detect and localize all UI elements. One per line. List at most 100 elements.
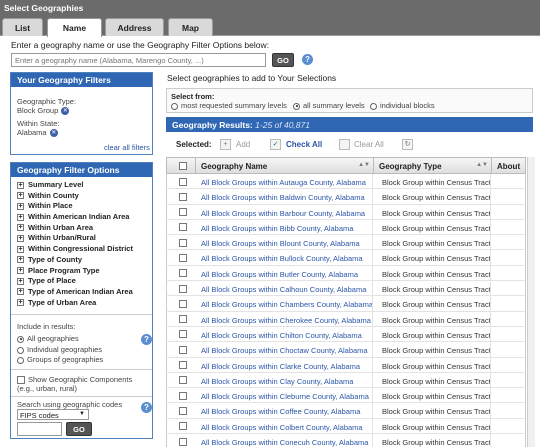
row-checkbox[interactable] — [179, 376, 187, 385]
search-go-button[interactable]: GO — [272, 53, 294, 67]
geography-name-link[interactable]: All Block Groups within Autauga County, … — [201, 178, 366, 187]
check-all-icon[interactable]: ✓ — [270, 139, 281, 150]
search-help-icon[interactable]: ? — [302, 54, 313, 65]
row-checkbox[interactable] — [179, 269, 187, 278]
geography-name-link[interactable]: All Block Groups within Cleburne County,… — [201, 392, 369, 401]
table-row[interactable]: All Block Groups within Bibb County, Ala… — [166, 219, 526, 236]
individual-blocks-option[interactable]: individual blocks — [370, 101, 435, 110]
tab-name[interactable]: Name — [47, 18, 102, 37]
include-groups-option[interactable]: Groups of geographies — [17, 355, 103, 364]
table-row[interactable]: All Block Groups within Clarke County, A… — [166, 357, 526, 373]
geography-name-link[interactable]: All Block Groups within Choctaw County, … — [201, 346, 368, 355]
filter-item[interactable]: + Type of American Indian Area — [17, 287, 133, 298]
include-individual-option[interactable]: Individual geographies — [17, 345, 102, 354]
table-row[interactable]: All Block Groups within Calhoun County, … — [166, 281, 526, 297]
table-row[interactable]: All Block Groups within Cleburne County,… — [166, 388, 526, 404]
clear-all-button[interactable]: Clear All — [354, 140, 384, 149]
results-scrollbar[interactable] — [527, 157, 535, 447]
codes-input[interactable] — [17, 422, 62, 436]
filter-item[interactable]: + Within Place — [17, 201, 133, 212]
row-checkbox[interactable] — [179, 315, 187, 324]
table-row[interactable]: All Block Groups within Chilton County, … — [166, 326, 526, 343]
table-row[interactable]: All Block Groups within Barbour County, … — [166, 204, 526, 220]
geography-name-link[interactable]: All Block Groups within Bullock County, … — [201, 254, 363, 263]
table-row[interactable]: All Block Groups within Bullock County, … — [166, 250, 526, 266]
geography-name-link[interactable]: All Block Groups within Barbour County, … — [201, 209, 365, 218]
table-row[interactable]: All Block Groups within Butler County, A… — [166, 265, 526, 282]
most-requested-option[interactable]: most requested summary levels — [171, 101, 287, 110]
geography-name-link[interactable]: All Block Groups within Cherokee County,… — [201, 316, 371, 325]
geography-name-link[interactable]: All Block Groups within Butler County, A… — [201, 270, 358, 279]
filter-item[interactable]: + Within Urban/Rural — [17, 233, 133, 244]
codes-go-button[interactable]: GO — [66, 422, 92, 436]
clear-all-filters-link[interactable]: clear all filters — [104, 143, 150, 152]
header-checkbox[interactable] — [179, 162, 187, 170]
row-checkbox[interactable] — [179, 406, 187, 415]
row-checkbox[interactable] — [179, 330, 187, 339]
filter-item[interactable]: + Type of County — [17, 255, 133, 266]
geography-name-link[interactable]: All Block Groups within Chambers County,… — [201, 300, 373, 309]
filter-item[interactable]: + Summary Level — [17, 180, 133, 191]
row-checkbox[interactable] — [179, 391, 187, 400]
column-header-name[interactable]: Geography Name ▲▼ — [195, 158, 373, 173]
include-all-option[interactable]: All geographies — [17, 334, 79, 343]
filter-item[interactable]: + Within Urban Area — [17, 223, 133, 234]
geography-name-link[interactable]: All Block Groups within Blount County, A… — [201, 239, 360, 248]
row-checkbox[interactable] — [179, 208, 187, 217]
show-components-option[interactable]: Show Geographic Components (e.g., urban,… — [17, 375, 149, 393]
codes-help-icon[interactable]: ? — [141, 402, 152, 413]
filter-item[interactable]: + Within County — [17, 191, 133, 202]
filter-item[interactable]: + Within American Indian Area — [17, 212, 133, 223]
codes-type-select[interactable]: FIPS codes ▼ — [17, 409, 89, 420]
table-row[interactable]: All Block Groups within Chambers County,… — [166, 296, 526, 312]
row-checkbox[interactable] — [179, 238, 187, 247]
row-checkbox[interactable] — [179, 192, 187, 201]
remove-geo-type-icon[interactable]: ✕ — [61, 107, 70, 116]
table-row[interactable]: All Block Groups within Blount County, A… — [166, 235, 526, 251]
clear-all-icon[interactable] — [339, 139, 350, 150]
all-summary-levels-option[interactable]: all summary levels — [293, 101, 365, 110]
filter-item[interactable]: + Type of Place — [17, 276, 133, 287]
geography-name-link[interactable]: All Block Groups within Clay County, Ala… — [201, 377, 353, 386]
remove-within-icon[interactable]: ✕ — [49, 129, 58, 138]
check-all-button[interactable]: Check All — [286, 140, 322, 149]
row-checkbox[interactable] — [179, 437, 187, 446]
components-checkbox[interactable] — [17, 376, 25, 385]
table-row[interactable]: All Block Groups within Coffee County, A… — [166, 403, 526, 419]
filter-item[interactable]: + Type of Urban Area — [17, 298, 133, 309]
row-checkbox[interactable] — [179, 299, 187, 308]
geography-name-link[interactable]: All Block Groups within Baldwin County, … — [201, 193, 365, 202]
geography-name-link[interactable]: All Block Groups within Conecuh County, … — [201, 438, 368, 447]
table-row[interactable]: All Block Groups within Conecuh County, … — [166, 434, 526, 447]
refresh-icon[interactable]: ↻ — [402, 139, 413, 150]
add-button[interactable]: Add — [236, 140, 250, 149]
filter-item[interactable]: + Within Congressional District — [17, 244, 133, 255]
geography-name-link[interactable]: All Block Groups within Calhoun County, … — [201, 285, 366, 294]
row-checkbox[interactable] — [179, 253, 187, 262]
row-checkbox[interactable] — [179, 284, 187, 293]
include-help-icon[interactable]: ? — [141, 334, 152, 345]
tab-address[interactable]: Address — [105, 18, 164, 36]
geography-name-link[interactable]: All Block Groups within Clarke County, A… — [201, 362, 360, 371]
row-checkbox[interactable] — [179, 345, 187, 354]
geography-name-link[interactable]: All Block Groups within Bibb County, Ala… — [201, 224, 353, 233]
geography-name-link[interactable]: All Block Groups within Coffee County, A… — [201, 407, 360, 416]
geography-name-link[interactable]: All Block Groups within Chilton County, … — [201, 331, 362, 340]
geography-name-link[interactable]: All Block Groups within Colbert County, … — [201, 423, 363, 432]
table-row[interactable]: All Block Groups within Baldwin County, … — [166, 189, 526, 205]
tab-list[interactable]: List — [2, 18, 43, 36]
table-row[interactable]: All Block Groups within Colbert County, … — [166, 418, 526, 435]
row-checkbox[interactable] — [179, 223, 187, 232]
row-checkbox[interactable] — [179, 361, 187, 370]
table-row[interactable]: All Block Groups within Choctaw County, … — [166, 342, 526, 358]
tab-map[interactable]: Map — [168, 18, 213, 36]
row-checkbox[interactable] — [179, 422, 187, 431]
geography-search-input[interactable] — [11, 53, 266, 67]
column-header-type[interactable]: Geography Type ▲▼ — [373, 158, 491, 173]
table-row[interactable]: All Block Groups within Autauga County, … — [166, 174, 526, 190]
row-checkbox[interactable] — [179, 177, 187, 186]
filter-item[interactable]: + Place Program Type — [17, 266, 133, 277]
table-row[interactable]: All Block Groups within Clay County, Ala… — [166, 372, 526, 389]
table-row[interactable]: All Block Groups within Cherokee County,… — [166, 311, 526, 327]
add-icon[interactable]: + — [220, 139, 231, 150]
